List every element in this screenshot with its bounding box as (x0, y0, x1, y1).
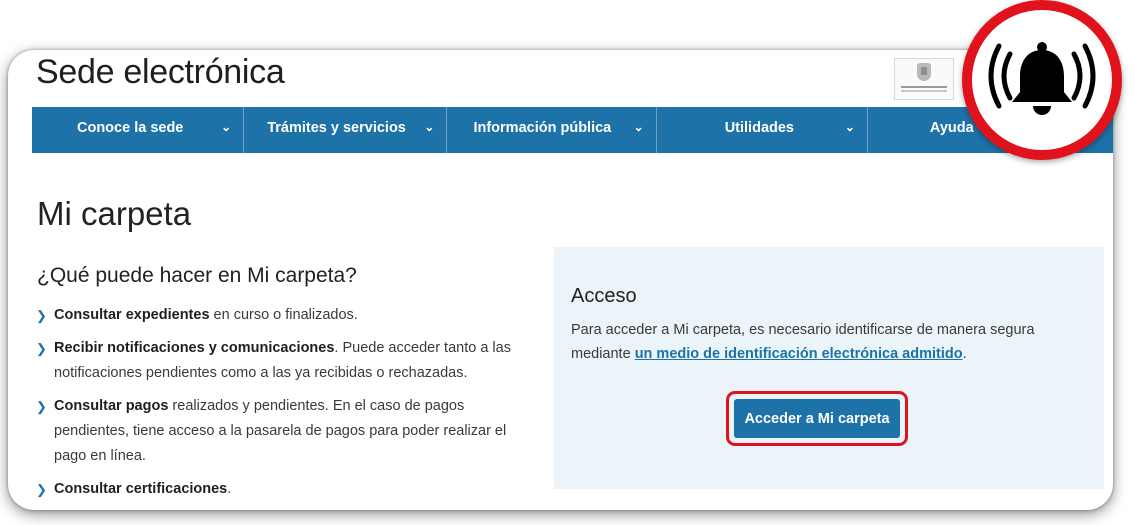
nav-item-label: Utilidades (724, 120, 794, 136)
nav-item-conoce-la-sede[interactable]: Conoce la sede ⌄ (32, 107, 245, 153)
list-item: ❯ Consultar certificaciones. (36, 477, 536, 502)
access-description: Para acceder a Mi carpeta, es necesario … (571, 318, 1091, 366)
nav-item-utilidades[interactable]: Utilidades ⌄ (657, 107, 868, 153)
access-panel: Acceso Para acceder a Mi carpeta, es nec… (554, 247, 1104, 489)
access-mi-carpeta-button[interactable]: Acceder a Mi carpeta (734, 399, 900, 438)
notification-badge (962, 0, 1122, 160)
feature-title: Consultar expedientes (54, 307, 210, 323)
access-title: Acceso (571, 285, 637, 307)
page-title: Mi carpeta (37, 195, 192, 232)
chevron-down-icon: ⌄ (424, 120, 435, 134)
access-text-after: . (962, 346, 967, 362)
list-item: ❯ Consultar expedientes en curso o final… (36, 303, 536, 328)
feature-title: Recibir notificaciones y comunicaciones (54, 340, 335, 356)
feature-title: Consultar certificaciones (54, 481, 228, 497)
nav-item-label: Información pública (473, 120, 612, 136)
identification-methods-link[interactable]: un medio de identificación electrónica a… (635, 346, 963, 362)
chevron-down-icon: ⌄ (633, 120, 644, 134)
feature-title: Consultar pagos (54, 398, 169, 414)
list-item: ❯ Recibir notificaciones y comunicacione… (36, 336, 536, 386)
main-navigation: Conoce la sede ⌄ Trámites y servicios ⌄ … (32, 107, 1113, 153)
nav-item-informacion-publica[interactable]: Información pública ⌄ (447, 107, 657, 153)
list-item: ❯ Consultar pagos realizados y pendiente… (36, 394, 536, 469)
chevron-down-icon: ⌄ (221, 120, 232, 134)
government-logo[interactable] (894, 58, 954, 100)
coat-of-arms-icon (917, 63, 931, 81)
nav-item-tramites-y-servicios[interactable]: Trámites y servicios ⌄ (244, 107, 448, 153)
nav-item-label: Conoce la sede (77, 120, 184, 136)
nav-item-label: Ayuda (929, 120, 974, 136)
site-title[interactable]: Sede electrónica (36, 53, 285, 92)
page-card: Sede electrónica Go Conoce la sede ⌄ Trá… (8, 50, 1113, 510)
chevron-right-icon: ❯ (36, 341, 47, 356)
feature-list: ❯ Consultar expedientes en curso o final… (36, 303, 536, 510)
button-highlight-outline: Acceder a Mi carpeta (726, 391, 908, 446)
chevron-down-icon: ⌄ (844, 120, 855, 134)
chevron-right-icon: ❯ (36, 482, 47, 497)
feature-description: . (227, 481, 232, 497)
logo-text-lines (901, 86, 947, 88)
chevron-right-icon: ❯ (36, 308, 47, 323)
section-heading: ¿Qué puede hacer en Mi carpeta? (37, 264, 357, 287)
feature-description: en curso o finalizados. (209, 307, 358, 323)
chevron-right-icon: ❯ (36, 399, 47, 414)
bell-ringing-icon (988, 42, 1096, 115)
nav-item-label: Trámites y servicios (267, 120, 406, 136)
